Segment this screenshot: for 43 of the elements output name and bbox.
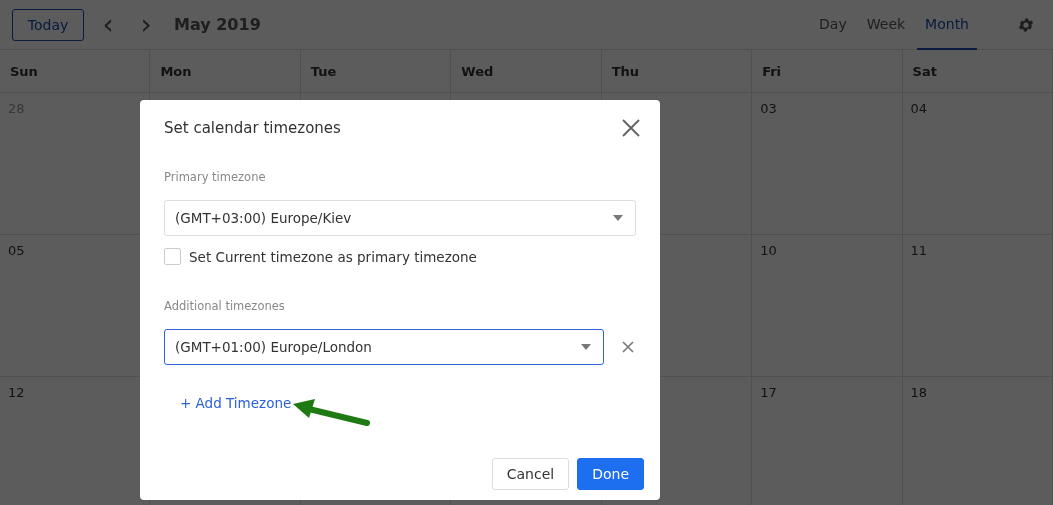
day-cell[interactable]: 10 bbox=[752, 235, 903, 377]
previous-button[interactable]: ‹ bbox=[94, 10, 122, 39]
day-cell[interactable]: 11 bbox=[902, 235, 1053, 377]
date-number: 10 bbox=[760, 243, 777, 258]
weekday-label: Wed bbox=[461, 63, 494, 79]
today-button[interactable]: Today bbox=[12, 8, 84, 41]
add-timezone-link[interactable]: + Add Timezone bbox=[180, 395, 292, 411]
done-button[interactable]: Done bbox=[577, 458, 644, 490]
weekday-label: Fri bbox=[762, 63, 782, 79]
date-number: 05 bbox=[8, 243, 25, 258]
dialog-title: Set calendar timezones bbox=[164, 119, 341, 137]
close-icon[interactable] bbox=[622, 119, 640, 137]
field-label: Additional timezones bbox=[164, 299, 286, 313]
settings-icon[interactable] bbox=[1017, 15, 1035, 34]
cancel-button[interactable]: Cancel bbox=[491, 458, 570, 490]
day-cell[interactable]: 03 bbox=[752, 93, 903, 235]
date-number: 04 bbox=[910, 101, 928, 116]
weekday-label: Thu bbox=[611, 63, 640, 79]
checkbox[interactable] bbox=[164, 248, 181, 265]
dropdown-icon bbox=[581, 344, 591, 350]
weekday-label: Sun bbox=[10, 63, 38, 79]
day-cell[interactable]: 17 bbox=[752, 377, 903, 505]
date-number: 17 bbox=[760, 385, 777, 400]
weekday-label: Sat bbox=[912, 63, 937, 79]
day-cell[interactable]: 04 bbox=[902, 93, 1053, 235]
timezone-select[interactable]: (GMT+03:00) Europe/Kiev bbox=[164, 200, 636, 236]
month-title: May 2019 bbox=[174, 15, 261, 34]
checkbox-label: Set Current timezone as primary timezone bbox=[189, 248, 477, 265]
weekday-label: Mon bbox=[160, 63, 192, 79]
date-number: 18 bbox=[910, 385, 928, 400]
next-button[interactable]: › bbox=[132, 10, 160, 39]
day-cell[interactable]: 18 bbox=[902, 377, 1053, 505]
date-number: 11 bbox=[910, 243, 928, 258]
date-number: 03 bbox=[760, 101, 777, 116]
view-tab[interactable]: Day bbox=[811, 0, 855, 50]
timezone-select[interactable]: (GMT+01:00) Europe/London bbox=[164, 329, 604, 365]
field-label: Primary timezone bbox=[164, 170, 267, 184]
view-tab[interactable]: Month bbox=[917, 0, 977, 50]
view-tab[interactable]: Week bbox=[858, 0, 914, 50]
weekday-label: Tue bbox=[310, 63, 337, 79]
remove-icon[interactable] bbox=[622, 341, 634, 353]
dropdown-icon bbox=[613, 215, 623, 221]
date-number: 12 bbox=[8, 385, 25, 400]
